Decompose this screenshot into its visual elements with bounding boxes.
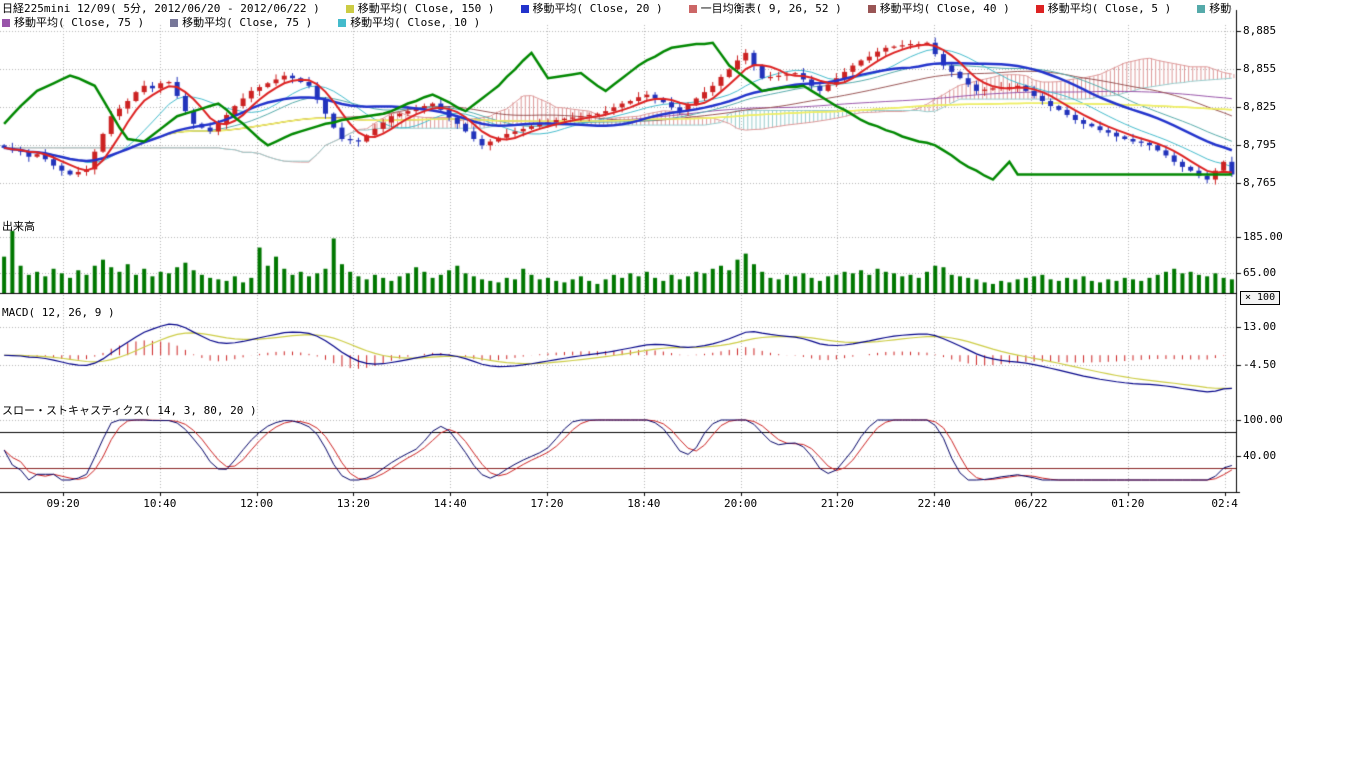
legend-swatch-icon	[170, 19, 178, 27]
legend-label: 移動平均( Close, 5 )	[1048, 2, 1171, 15]
legend-swatch-icon	[868, 5, 876, 13]
legend-row-1: 日経225mini 12/09( 5分, 2012/06/20 - 2012/0…	[2, 2, 1232, 16]
legend-item: 移動平均( Close, 10 )	[338, 16, 480, 29]
legend-label: 一目均衡表( 9, 26, 52 )	[701, 2, 842, 15]
legend-label: 移動平均( Close, 150 )	[358, 2, 495, 15]
legend-label: 移動平均( Close, 25 )	[1209, 2, 1232, 15]
volume-multiplier-badge: × 100	[1240, 291, 1280, 305]
legend-label: 移動平均( Close, 10 )	[350, 16, 480, 29]
legend-row-2: 移動平均( Close, 75 ) 移動平均( Close, 75 ) 移動平均( …	[2, 16, 1232, 30]
legend-item: 移動平均( Close, 150 )	[346, 2, 495, 15]
legend: 日経225mini 12/09( 5分, 2012/06/20 - 2012/0…	[2, 2, 1232, 30]
legend-label: 移動平均( Close, 75 )	[182, 16, 312, 29]
legend-item: 一目均衡表( 9, 26, 52 )	[689, 2, 842, 15]
legend-swatch-icon	[1036, 5, 1044, 13]
legend-swatch-icon	[521, 5, 529, 13]
legend-item: 移動平均( Close, 5 )	[1036, 2, 1171, 15]
legend-label: 移動平均( Close, 40 )	[880, 2, 1010, 15]
legend-swatch-icon	[2, 19, 10, 27]
legend-swatch-icon	[1197, 5, 1205, 13]
legend-item: 移動平均( Close, 25 )	[1197, 2, 1232, 15]
legend-item: 移動平均( Close, 40 )	[868, 2, 1010, 15]
chart-canvas[interactable]	[0, 0, 1366, 768]
legend-item: 移動平均( Close, 20 )	[521, 2, 663, 15]
legend-swatch-icon	[338, 19, 346, 27]
stochastics-panel-title: スロー・ストキャスティクス( 14, 3, 80, 20 )	[2, 402, 257, 418]
legend-label: 移動平均( Close, 20 )	[533, 2, 663, 15]
macd-panel-title: MACD( 12, 26, 9 )	[2, 306, 115, 319]
legend-swatch-icon	[346, 5, 354, 13]
legend-label: 日経225mini 12/09( 5分, 2012/06/20 - 2012/0…	[2, 2, 320, 15]
volume-panel-title: 出来高	[2, 218, 35, 234]
legend-swatch-icon	[689, 5, 697, 13]
legend-item: 日経225mini 12/09( 5分, 2012/06/20 - 2012/0…	[2, 2, 320, 15]
chart-application-window: 日経225mini 12/09( 5分, 2012/06/20 - 2012/0…	[0, 0, 1366, 768]
legend-item: 移動平均( Close, 75 )	[170, 16, 312, 29]
legend-item: 移動平均( Close, 75 )	[2, 16, 144, 29]
legend-label: 移動平均( Close, 75 )	[14, 16, 144, 29]
